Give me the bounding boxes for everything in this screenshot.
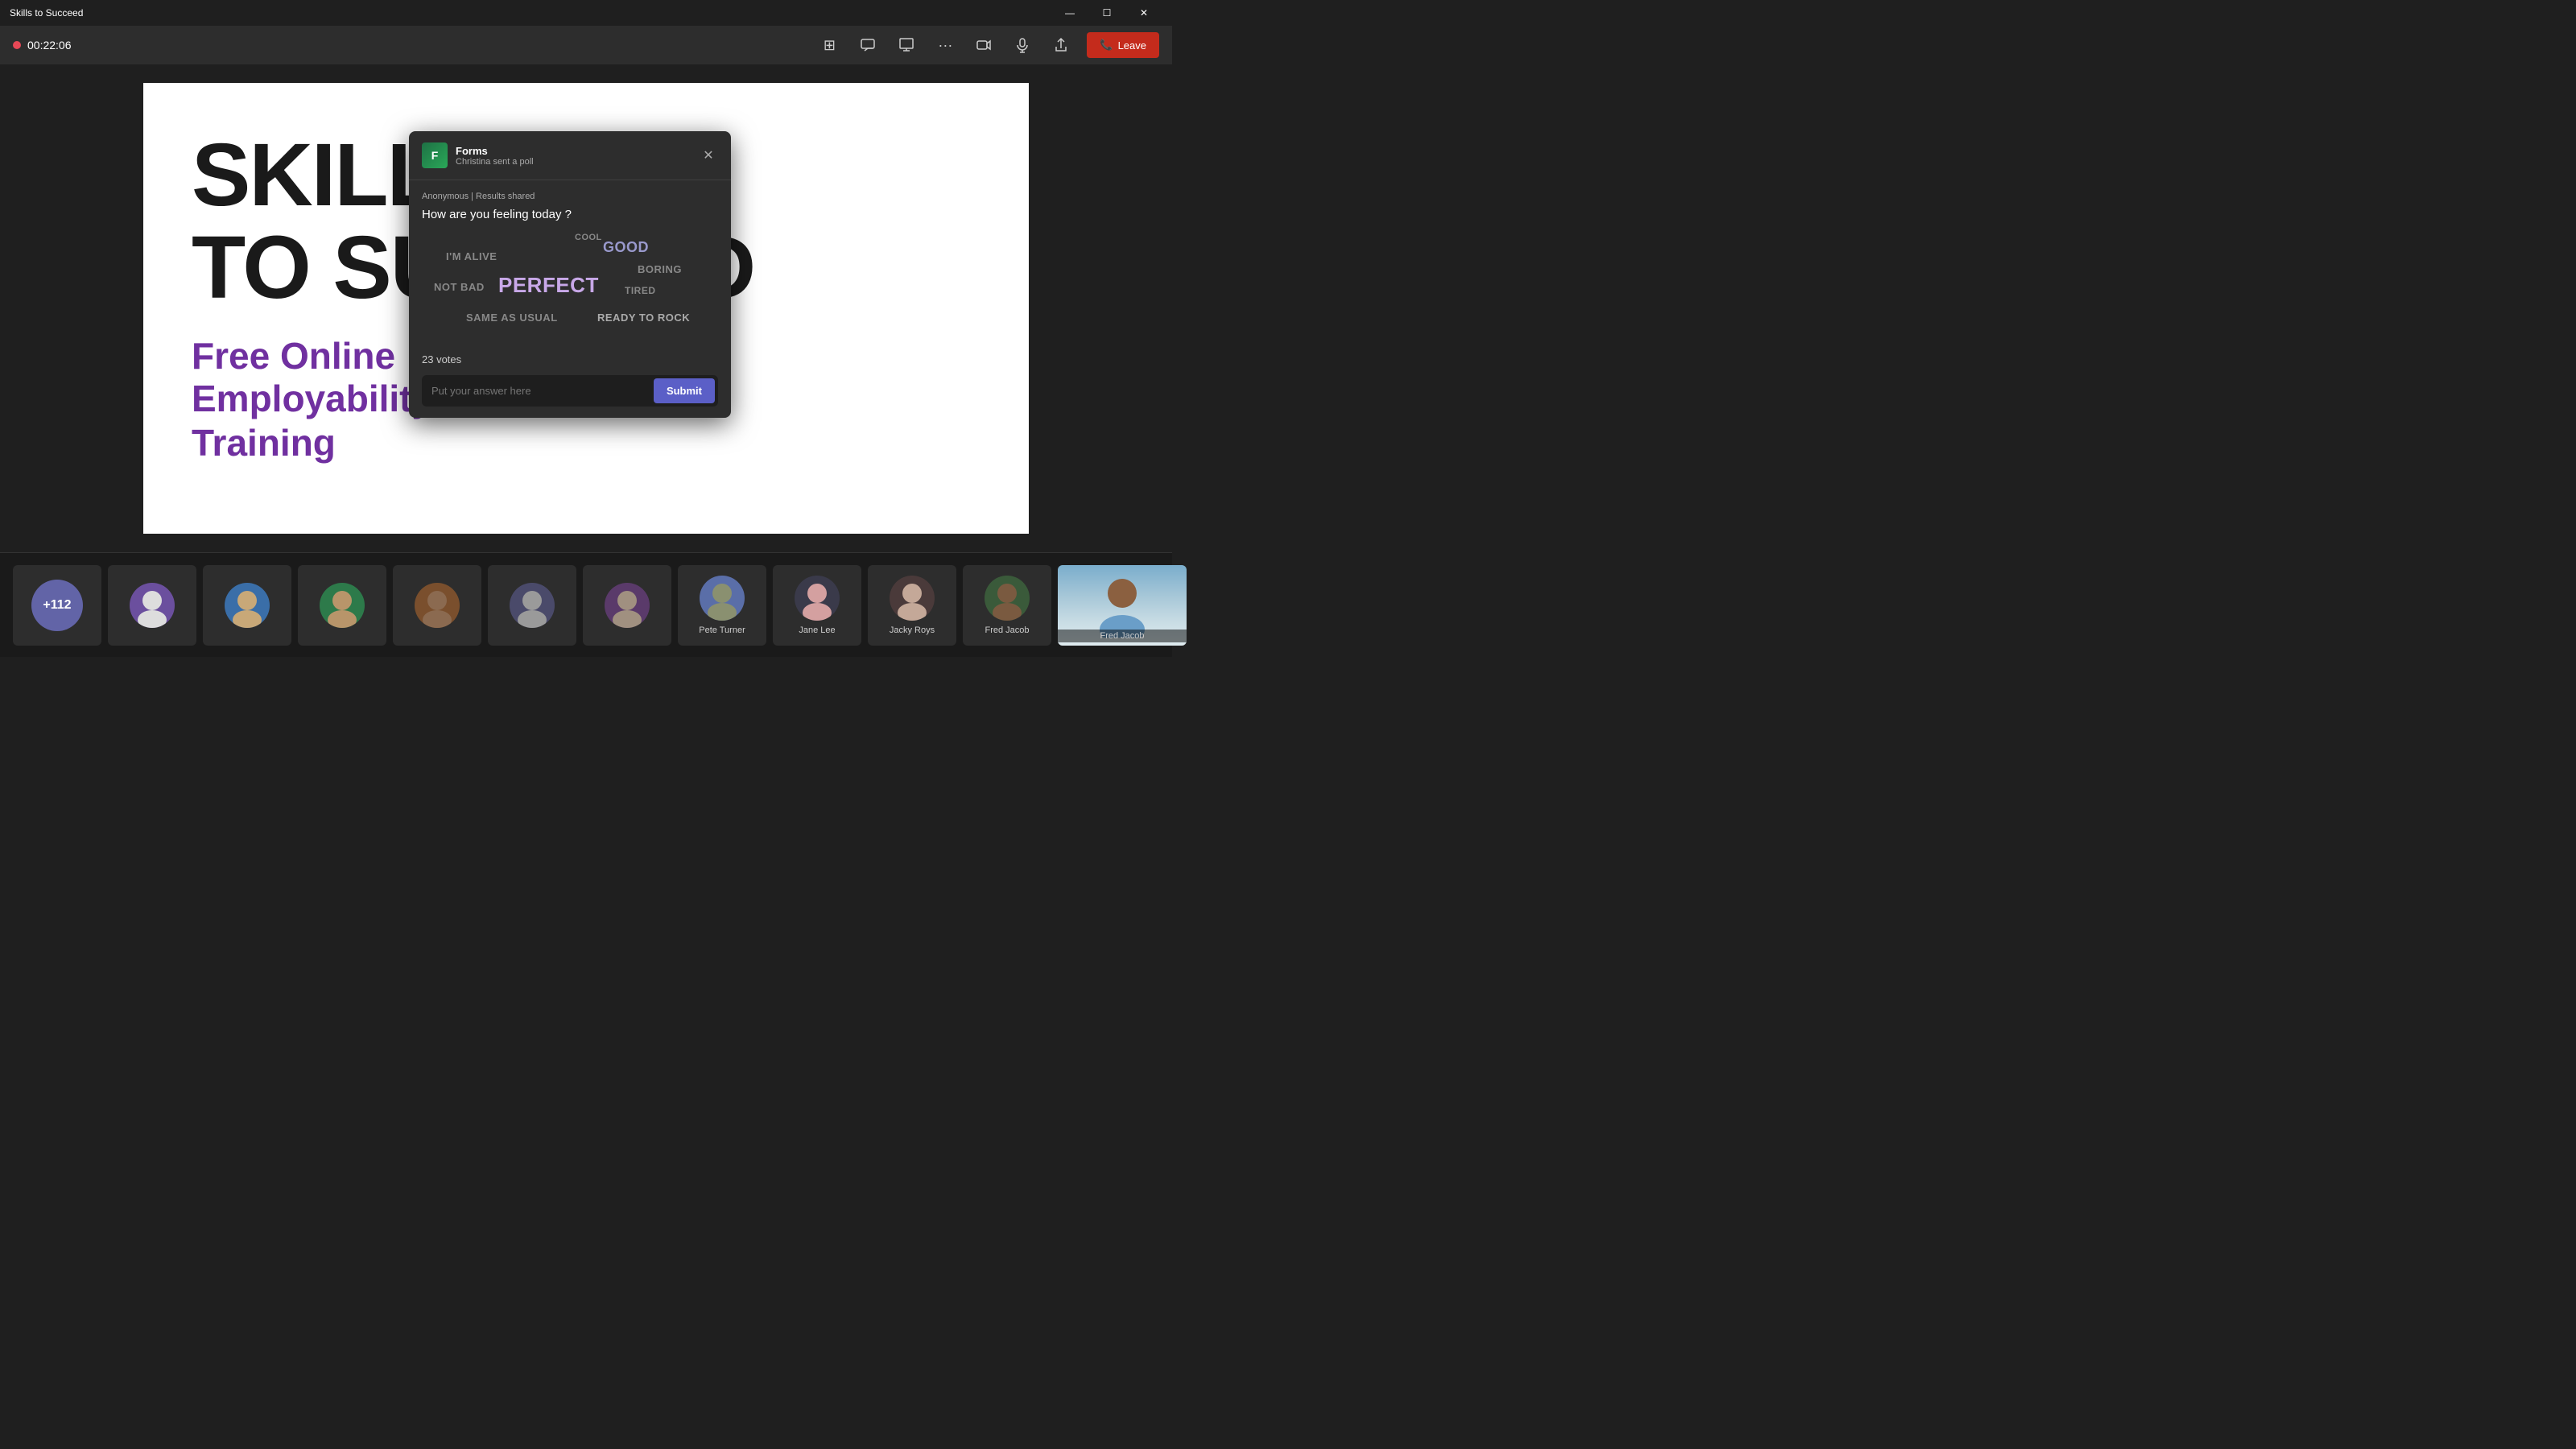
toolbar-right: ⊞ ··· [816, 32, 1159, 58]
participant-tile-1[interactable] [108, 565, 196, 646]
participant-name-jane: Jane Lee [799, 625, 835, 635]
poll-modal: F Forms Christina sent a poll ✕ Anonymou… [409, 131, 731, 418]
poll-input-area: Submit [422, 375, 718, 407]
participant-jane[interactable]: Jane Lee [773, 565, 861, 646]
minimize-button[interactable]: — [1051, 0, 1088, 26]
participant-avatar-2 [225, 583, 270, 628]
slide-free-text: Free Online [192, 332, 395, 381]
apps-icon[interactable]: ⊞ [816, 32, 842, 58]
forms-icon: F [422, 142, 448, 168]
whiteboard-icon[interactable] [894, 32, 919, 58]
more-icon[interactable]: ··· [932, 32, 958, 58]
poll-body: Anonymous | Results shared How are you f… [409, 180, 731, 418]
participant-tile-3[interactable] [298, 565, 386, 646]
close-button[interactable]: ✕ [1125, 0, 1162, 26]
presentation-slide: SKILLS TO SUCCEED Free Online Employabil… [143, 83, 1029, 534]
title-bar-left: Skills to Succeed [10, 7, 83, 19]
slide-training-text: Training [192, 421, 336, 464]
share-icon[interactable] [1048, 32, 1074, 58]
slide-employability-text: Employability [192, 377, 432, 420]
poll-close-button[interactable]: ✕ [699, 146, 718, 165]
poll-meta: Anonymous | Results shared [422, 192, 718, 201]
poll-header: F Forms Christina sent a poll ✕ [409, 131, 731, 180]
title-bar-controls: — ☐ ✕ [1051, 0, 1162, 26]
word-perfect: PERFECT [498, 273, 599, 298]
word-same-as-usual: SAME AS USUAL [466, 312, 558, 324]
poll-answer-input[interactable] [425, 378, 647, 403]
participant-tile-2[interactable] [203, 565, 291, 646]
word-im-alive: I'M ALIVE [446, 250, 497, 262]
maximize-button[interactable]: ☐ [1088, 0, 1125, 26]
participant-avatar-5 [510, 583, 555, 628]
participant-name-fred-video: Fred Jacob [1058, 630, 1187, 642]
participant-tile-6[interactable] [583, 565, 671, 646]
title-bar: Skills to Succeed — ☐ ✕ [0, 0, 1172, 26]
participant-avatar-jacky [890, 576, 935, 621]
poll-title: Forms [456, 145, 534, 157]
poll-votes: 23 votes [422, 353, 718, 365]
participant-tile-4[interactable] [393, 565, 481, 646]
poll-submit-button[interactable]: Submit [654, 378, 715, 403]
participant-avatar-fred-small [985, 576, 1030, 621]
participant-fred-video[interactable]: Fred Jacob [1058, 565, 1187, 646]
word-ready-to-rock: READY TO ROCK [597, 312, 690, 324]
word-boring: BORING [638, 263, 682, 275]
word-not-bad: NOT BAD [434, 281, 485, 293]
overflow-tile[interactable]: +112 [13, 565, 101, 646]
word-cloud: PERFECT GOOD COOL I'M ALIVE NOT BAD BORI… [422, 233, 718, 345]
leave-phone-icon: 📞 [1100, 39, 1113, 52]
recording-time: 00:22:06 [27, 39, 72, 52]
participant-pete[interactable]: Pete Turner [678, 565, 766, 646]
poll-header-left: F Forms Christina sent a poll [422, 142, 534, 168]
poll-header-text: Forms Christina sent a poll [456, 145, 534, 167]
overflow-count: +112 [43, 598, 71, 613]
overflow-badge: +112 [31, 580, 83, 631]
toolbar: 00:22:06 ⊞ ··· [0, 26, 1172, 64]
leave-label: Leave [1118, 39, 1146, 52]
participant-avatar-1 [130, 583, 175, 628]
participant-name-fred-small: Fred Jacob [985, 625, 1029, 635]
person-silhouette [1090, 573, 1154, 638]
participants-bar: +112 Pete Turner [0, 552, 1172, 657]
app-title: Skills to Succeed [10, 7, 83, 19]
word-cool: COOL [575, 233, 602, 242]
word-tired: Tired [625, 285, 656, 296]
mic-icon[interactable] [1009, 32, 1035, 58]
leave-button[interactable]: 📞 Leave [1087, 32, 1159, 58]
participant-fred-small[interactable]: Fred Jacob [963, 565, 1051, 646]
video-icon[interactable] [971, 32, 997, 58]
main-content: SKILLS TO SUCCEED Free Online Employabil… [0, 64, 1172, 552]
participant-avatar-4 [415, 583, 460, 628]
participant-avatar-jane [795, 576, 840, 621]
poll-question: How are you feeling today ? [422, 208, 718, 221]
toolbar-left: 00:22:06 [13, 39, 72, 52]
record-indicator [13, 41, 21, 49]
participant-name-jacky: Jacky Roys [890, 625, 935, 635]
word-good: GOOD [603, 239, 649, 256]
participant-avatar-3 [320, 583, 365, 628]
participant-tile-5[interactable] [488, 565, 576, 646]
chat-icon[interactable] [855, 32, 881, 58]
participant-avatar-pete [700, 576, 745, 621]
poll-subtitle: Christina sent a poll [456, 157, 534, 167]
participant-jacky[interactable]: Jacky Roys [868, 565, 956, 646]
participant-avatar-6 [605, 583, 650, 628]
participant-name-pete: Pete Turner [699, 625, 745, 635]
